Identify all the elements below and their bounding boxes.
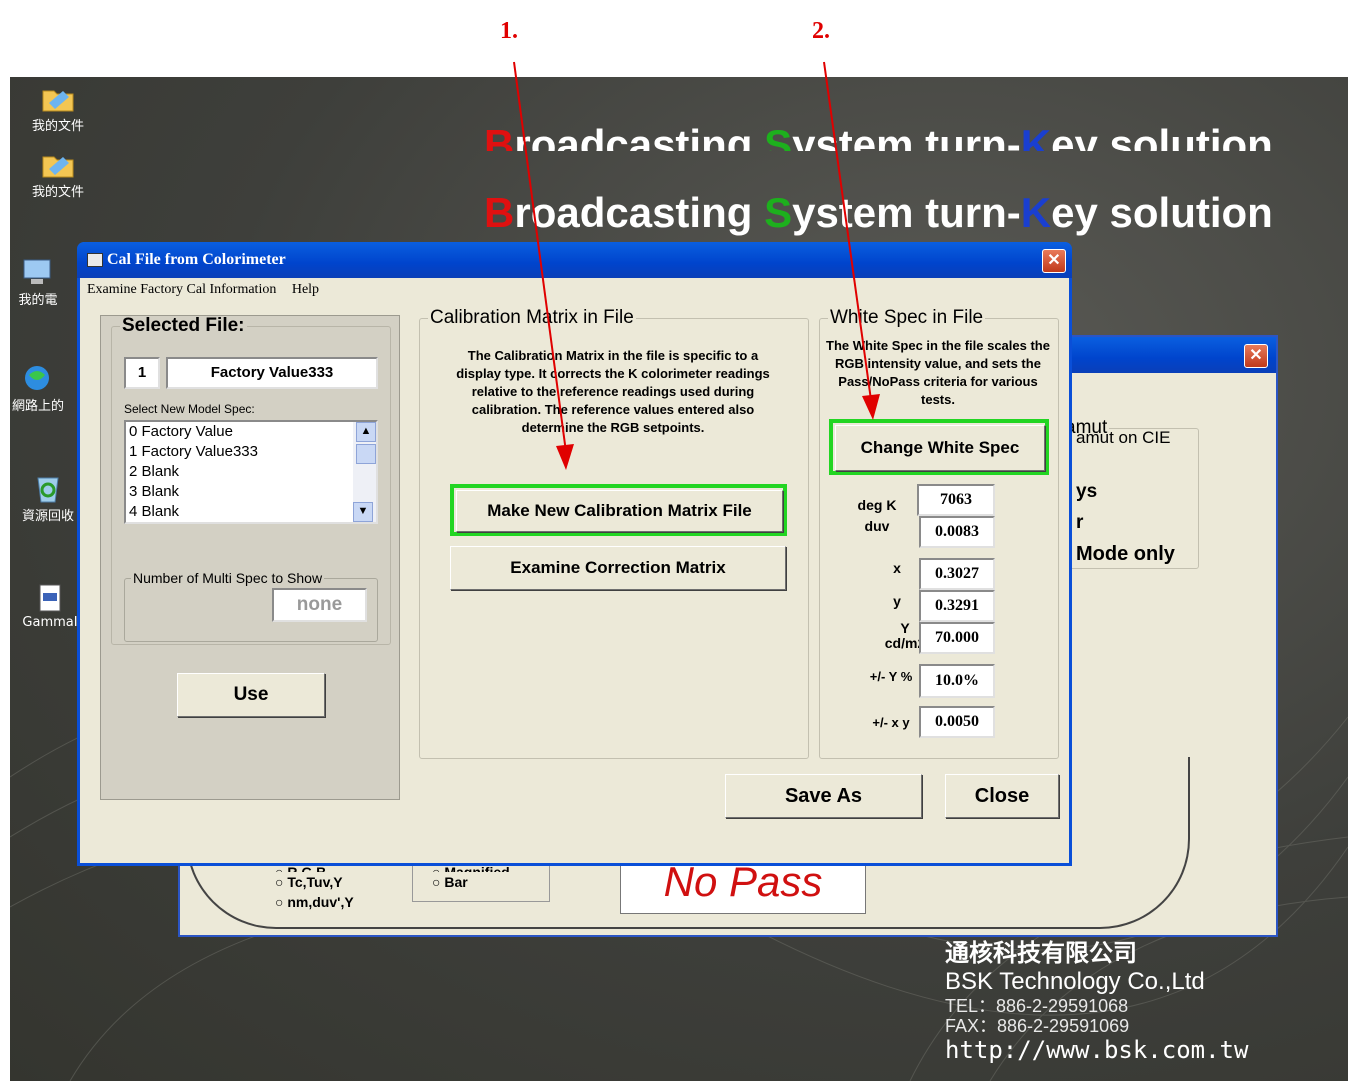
duv-field[interactable]: 0.0083 [919, 516, 995, 548]
desktop-icon-label: 網路上的 [11, 399, 64, 414]
company-name-cn: 通核科技有限公司 [945, 938, 1137, 967]
tolerance-xy-label: +/- x y [872, 715, 910, 730]
desktop-icon-label: 我的文件 [31, 185, 84, 200]
folder-icon [41, 83, 75, 113]
selected-file-legend: Selected File: [122, 315, 245, 336]
desktop-icon-label: 我的電 [18, 293, 58, 308]
banner-title: Broadcasting System turn-Key solution [484, 189, 1273, 236]
scroll-down-icon[interactable]: ▼ [353, 502, 373, 522]
list-item[interactable]: 2 Blank [126, 462, 376, 482]
dialog-title: Cal File from Colorimeter [107, 251, 286, 268]
select-model-spec-label: Select New Model Spec: [124, 402, 255, 416]
radio-group-units: ○ R,G,B ○ Tc,Tuv,Y ○ nm,duv',Y [275, 862, 354, 912]
network-icon [21, 363, 55, 393]
background-item-r: r [1076, 512, 1084, 533]
close-button[interactable]: Close [945, 774, 1059, 818]
desktop-icon-label: 我的文件 [31, 119, 84, 134]
tolerance-xy-field[interactable]: 0.0050 [919, 706, 995, 738]
close-icon[interactable]: ✕ [1244, 344, 1268, 368]
scroll-thumb[interactable] [356, 444, 376, 464]
banner-text-shadow: Broadcasting System turn-Key solution [484, 121, 1273, 151]
background-item-ys: ys [1076, 481, 1098, 502]
radio-nm[interactable]: ○ nm,duv',Y [275, 892, 354, 912]
list-item[interactable]: 4 Blank [126, 502, 376, 522]
computer-icon [21, 257, 55, 287]
x-field[interactable]: 0.3027 [919, 558, 995, 590]
dialog-titlebar: Cal File from Colorimeter ✕ [77, 242, 1072, 278]
list-item[interactable]: 3 Blank [126, 482, 376, 502]
menu-examine-factory[interactable]: Examine Factory Cal Information [87, 282, 276, 297]
make-new-calibration-matrix-button[interactable]: Make New Calibration Matrix File [456, 490, 783, 532]
recycle-bin-icon [31, 473, 65, 503]
degk-label: deg K [857, 497, 897, 513]
company-name-en: BSK Technology Co.,Ltd [945, 968, 1205, 995]
model-spec-listbox[interactable]: 0 Factory Value 1 Factory Value333 2 Bla… [124, 420, 378, 524]
degk-field[interactable]: 7063 [917, 484, 995, 516]
tolerance-Y-label: +/- Y % [869, 669, 913, 684]
company-url[interactable]: http://www.bsk.com.tw [945, 1036, 1248, 1064]
list-item[interactable]: 1 Factory Value333 [126, 442, 376, 462]
desktop-icon-documents[interactable]: 我的文件 [18, 83, 98, 134]
selected-file-name: Factory Value333 [166, 357, 378, 389]
company-tel: TEL：886-2-29591068 [945, 996, 1129, 1016]
calibration-description: The Calibration Matrix in the file is sp… [456, 348, 770, 435]
scroll-up-icon[interactable]: ▲ [356, 422, 376, 442]
y-field[interactable]: 0.3291 [919, 590, 995, 622]
change-white-spec-button[interactable]: Change White Spec [835, 425, 1045, 471]
program-icon [33, 583, 67, 613]
duv-label: duv [864, 518, 890, 534]
calibration-matrix-legend: Calibration Matrix in File [430, 307, 634, 328]
app-icon [87, 253, 103, 267]
step-2-label: 2. [812, 18, 830, 44]
tolerance-Y-field[interactable]: 10.0% [919, 664, 995, 698]
company-fax: FAX：886-2-29591069 [945, 1016, 1130, 1036]
desktop-icon-documents-2[interactable]: 我的文件 [18, 149, 98, 200]
multi-spec-legend: Number of Multi Spec to Show [133, 570, 323, 586]
cal-file-dialog: Cal File from Colorimeter ✕ Examine Fact… [77, 242, 1072, 866]
company-info: 通核科技有限公司 BSK Technology Co.,Ltd TEL：886-… [945, 933, 1248, 1064]
listbox-scrollbar[interactable]: ▲ ▼ [353, 422, 376, 522]
selected-file-number: 1 [124, 357, 160, 389]
desktop-icon-network[interactable]: 網路上的 [10, 363, 78, 414]
menu-help[interactable]: Help [292, 282, 319, 297]
radio-group-view-items: ○ Magnified ○ Bar [432, 862, 510, 892]
use-button[interactable]: Use [177, 673, 325, 717]
folder-icon [41, 149, 75, 179]
background-item-mode: Mode only [1076, 543, 1175, 565]
banner-clipped: Broadcasting System turn-Key solution [470, 117, 1348, 151]
desktop-icon-my-computer[interactable]: 我的電 [10, 257, 78, 308]
step-1-label: 1. [500, 18, 518, 44]
multi-spec-value[interactable]: none [272, 588, 367, 622]
examine-correction-matrix-button[interactable]: Examine Correction Matrix [450, 546, 786, 590]
Y-field[interactable]: 70.000 [919, 622, 995, 654]
white-spec-legend: White Spec in File [830, 307, 984, 328]
radio-tc[interactable]: ○ Tc,Tuv,Y [275, 872, 354, 892]
background-gamut-item: amut on CIE [1076, 428, 1171, 447]
save-as-button[interactable]: Save As [725, 774, 922, 818]
list-item[interactable]: 0 Factory Value [126, 422, 376, 442]
white-spec-description: The White Spec in the file scales the RG… [826, 338, 1050, 407]
radio-bar[interactable]: ○ Bar [432, 872, 510, 892]
menu-bar: Examine Factory Cal Information Help [87, 282, 319, 298]
close-icon[interactable]: ✕ [1042, 249, 1066, 273]
